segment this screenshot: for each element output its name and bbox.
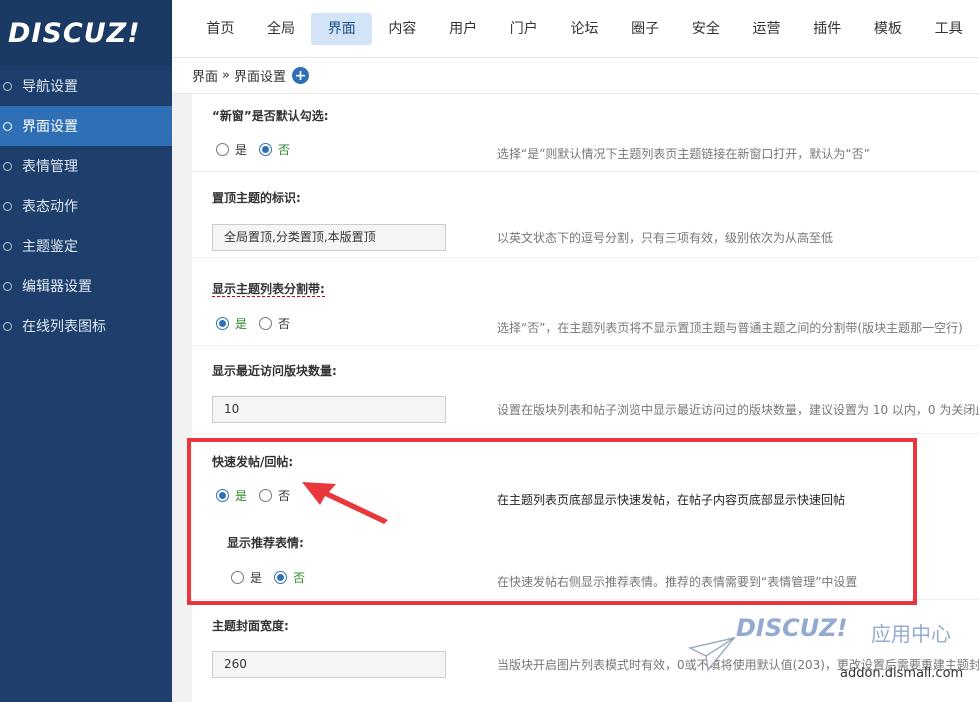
- watermark: DISCUZ! 应用中心 addon.dismall.com: [688, 614, 978, 688]
- radio-yes-label: 是: [235, 317, 248, 331]
- tab-plugins[interactable]: 插件: [797, 13, 858, 45]
- tab-users[interactable]: 用户: [433, 13, 494, 45]
- recent-forums-input[interactable]: 10: [212, 396, 446, 423]
- paper-plane-icon: [688, 636, 736, 672]
- radio-yes[interactable]: [216, 317, 229, 330]
- tab-forum[interactable]: 论坛: [554, 13, 615, 45]
- sidebar-item-label: 界面设置: [22, 119, 78, 135]
- sidebar-item-label: 导航设置: [22, 79, 78, 95]
- circle-icon: [3, 81, 12, 91]
- setting-label: 显示主题列表分割带:: [212, 280, 325, 297]
- breadcrumb-separator: »: [222, 68, 230, 83]
- sidebar-item-label: 在线列表图标: [22, 319, 106, 335]
- top-nav: 首页 全局 界面 内容 用户 门户 论坛 圈子 安全 运营 插件 模板 工具: [172, 0, 979, 58]
- tab-portal[interactable]: 门户: [493, 13, 554, 45]
- sidebar-item-label: 表态动作: [22, 199, 78, 215]
- radio-no-label: 否: [278, 317, 291, 331]
- settings-panel: “新窗”是否默认勾选: 是 否 选择“是”则默认情况下主题列表页主题链接在新窗口…: [192, 94, 979, 702]
- tab-groups[interactable]: 圈子: [615, 13, 676, 45]
- tab-home[interactable]: 首页: [190, 13, 251, 45]
- sidebar-item-smilies[interactable]: 表情管理: [0, 146, 172, 186]
- circle-icon: [3, 281, 12, 291]
- setting-description: 以英文状态下的逗号分割，只有三项有效，级别依次为从高至低: [497, 231, 834, 245]
- tab-templates[interactable]: 模板: [858, 13, 919, 45]
- circle-icon: [3, 201, 12, 211]
- radio-yes-label: 是: [235, 143, 248, 157]
- radio-no-label: 否: [278, 143, 291, 157]
- setting-label: 主题封面宽度:: [212, 619, 289, 633]
- setting-label: “新窗”是否默认勾选:: [212, 109, 329, 123]
- setting-separator: 显示主题列表分割带: 是 否 选择“否”，在主题列表页将不显示置顶主题与普通主题…: [192, 258, 979, 346]
- breadcrumb: 界面 » 界面设置 +: [172, 58, 979, 94]
- tab-content[interactable]: 内容: [372, 13, 433, 45]
- sidebar-item-reactions[interactable]: 表态动作: [0, 186, 172, 226]
- radio-yes[interactable]: [216, 143, 229, 156]
- tab-security[interactable]: 安全: [676, 13, 737, 45]
- sidebar-item-editor-settings[interactable]: 编辑器设置: [0, 266, 172, 306]
- sidebar-item-thread-stamps[interactable]: 主题鉴定: [0, 226, 172, 266]
- setting-description: 设置在版块列表和帖子浏览中显示最近访问过的版块数量，建议设置为 10 以内，0 …: [497, 403, 979, 417]
- sidebar-item-online-icons[interactable]: 在线列表图标: [0, 306, 172, 346]
- sticky-marks-input[interactable]: 全局置顶,分类置顶,本版置顶: [212, 224, 446, 251]
- sidebar-item-label: 主题鉴定: [22, 239, 78, 255]
- setting-label: 置顶主题的标识:: [212, 191, 301, 205]
- sidebar: DISCUZ! 导航设置 界面设置 表情管理 表态动作 主题鉴定 编辑器设置 在…: [0, 0, 172, 702]
- watermark-subtitle: 应用中心: [871, 622, 951, 646]
- sidebar-item-nav-settings[interactable]: 导航设置: [0, 66, 172, 106]
- newwindow-radio-group: 是 否: [216, 141, 302, 158]
- sidebar-item-ui-settings[interactable]: 界面设置: [0, 106, 172, 146]
- sidebar-menu: 导航设置 界面设置 表情管理 表态动作 主题鉴定 编辑器设置 在线列表图标: [0, 66, 172, 346]
- sidebar-item-label: 表情管理: [22, 159, 78, 175]
- radio-no[interactable]: [259, 143, 273, 156]
- watermark-url: addon.dismall.com: [840, 666, 964, 681]
- tab-operations[interactable]: 运营: [736, 13, 797, 45]
- tab-global[interactable]: 全局: [251, 13, 312, 45]
- setting-sticky-marks: 置顶主题的标识: 全局置顶,分类置顶,本版置顶 以英文状态下的逗号分割，只有三项…: [192, 172, 979, 258]
- separator-radio-group: 是 否: [216, 315, 302, 332]
- cover-width-input[interactable]: 260: [212, 651, 446, 678]
- red-arrow-icon: [302, 482, 388, 524]
- setting-newwindow: “新窗”是否默认勾选: 是 否 选择“是”则默认情况下主题列表页主题链接在新窗口…: [192, 94, 979, 172]
- breadcrumb-current: 界面设置: [233, 70, 286, 85]
- setting-label: 显示最近访问版块数量:: [212, 364, 337, 378]
- tab-ui[interactable]: 界面: [311, 12, 373, 45]
- circle-icon: [3, 121, 12, 131]
- setting-label-text: 显示主题列表分割带:: [212, 282, 325, 297]
- logo-text: DISCUZ!: [8, 17, 141, 49]
- setting-recent-forums: 显示最近访问版块数量: 10 设置在版块列表和帖子浏览中显示最近访问过的版块数量…: [192, 346, 979, 434]
- radio-no[interactable]: [259, 317, 273, 330]
- breadcrumb-root[interactable]: 界面: [192, 66, 218, 85]
- setting-description: 选择“否”，在主题列表页将不显示置顶主题与普通主题之间的分割带(版块主题那一空行…: [497, 321, 963, 335]
- tab-tools[interactable]: 工具: [918, 13, 979, 45]
- circle-icon: [3, 161, 12, 171]
- circle-icon: [3, 241, 12, 251]
- sidebar-item-label: 编辑器设置: [22, 279, 92, 295]
- watermark-title: DISCUZ!: [736, 614, 848, 642]
- main-content: “新窗”是否默认勾选: 是 否 选择“是”则默认情况下主题列表页主题链接在新窗口…: [172, 94, 979, 702]
- add-icon[interactable]: +: [292, 67, 309, 84]
- discuz-logo[interactable]: DISCUZ!: [0, 0, 172, 66]
- circle-icon: [3, 321, 12, 331]
- setting-description: 选择“是”则默认情况下主题列表页主题链接在新窗口打开，默认为“否”: [497, 147, 870, 161]
